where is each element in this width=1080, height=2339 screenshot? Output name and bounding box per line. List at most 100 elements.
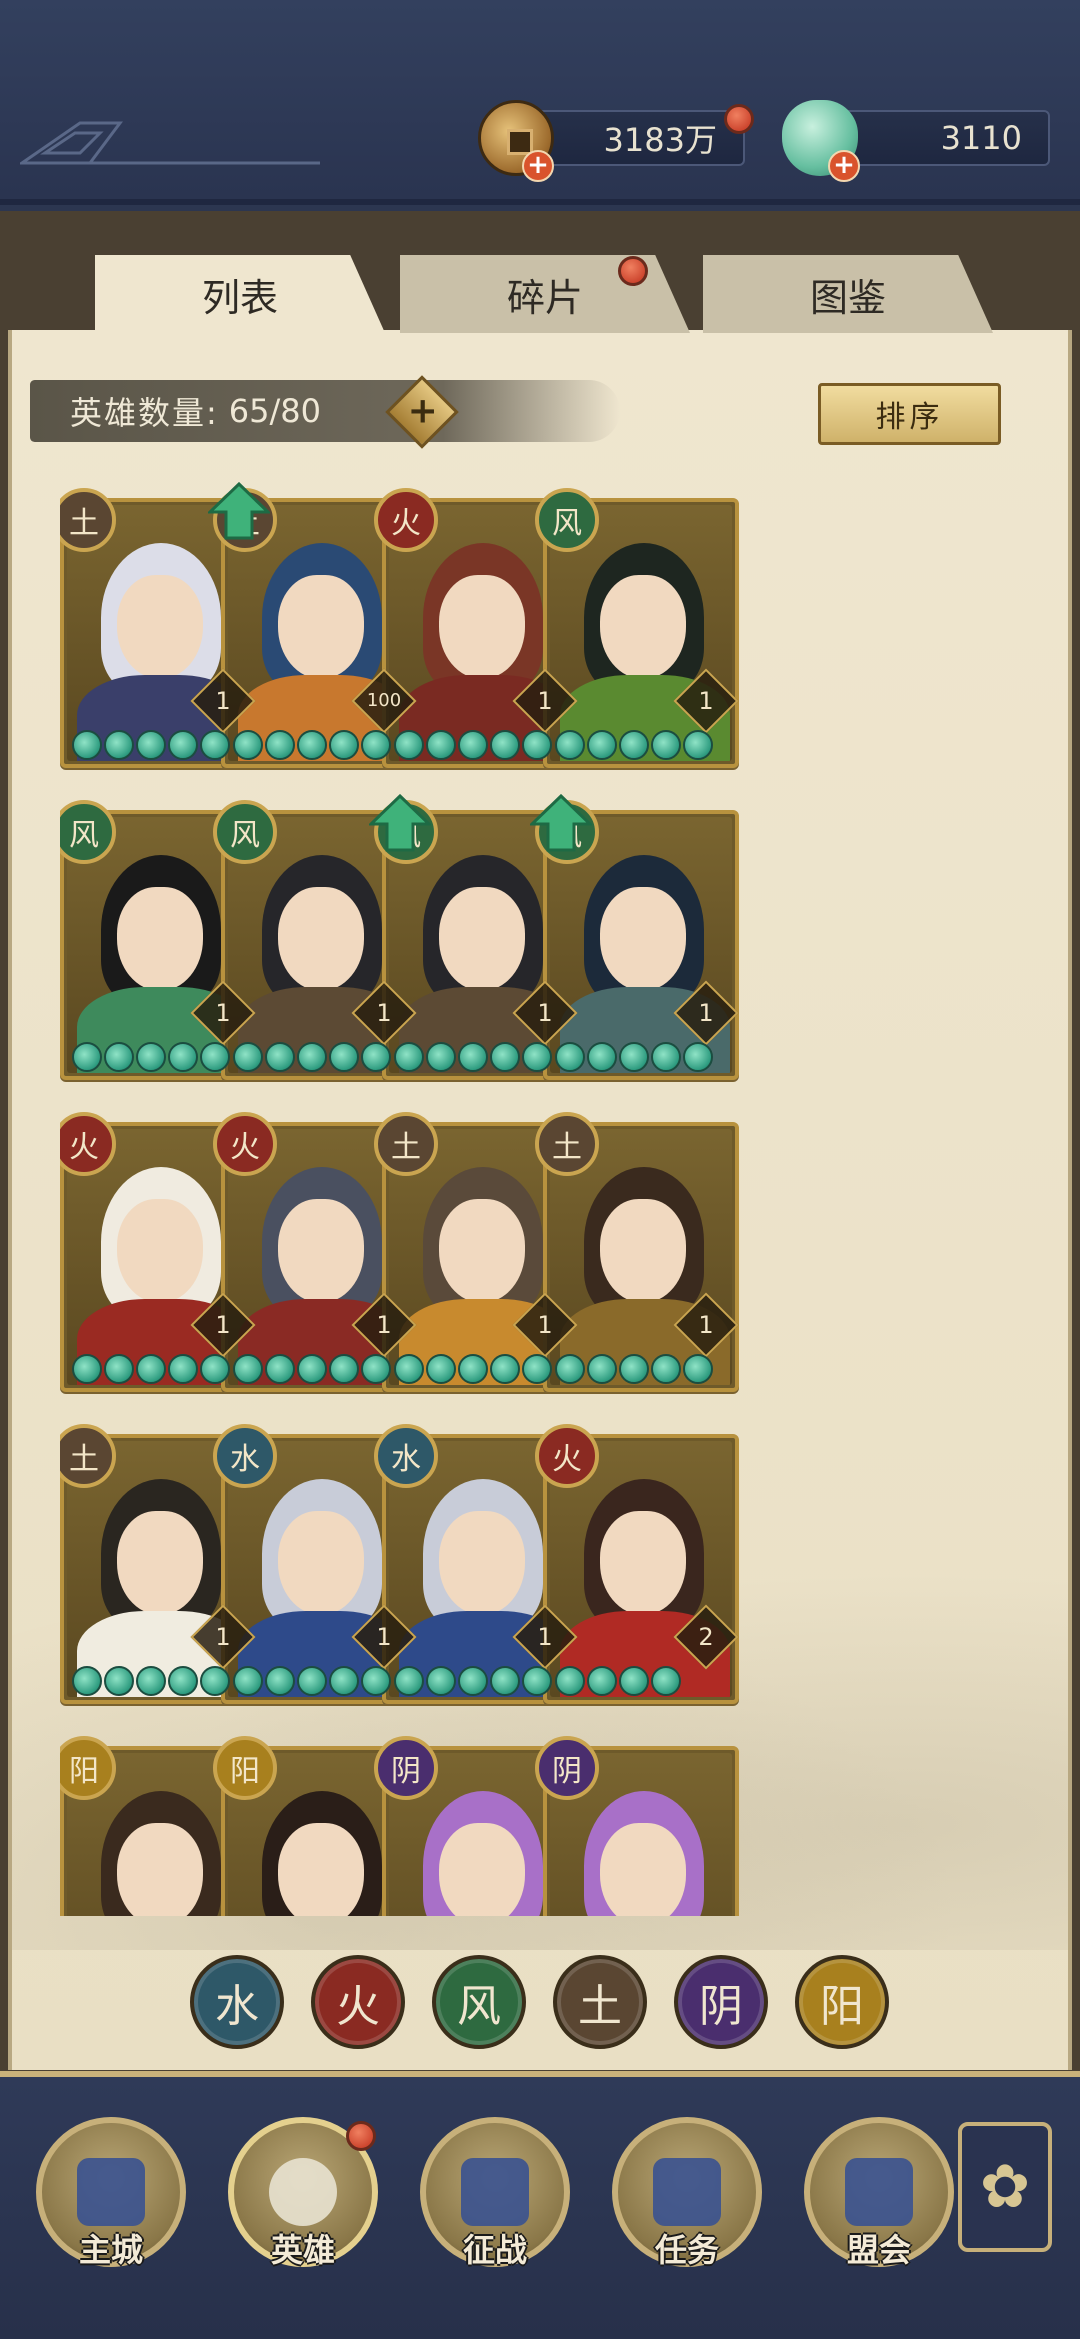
jade-star-icon: [233, 1666, 263, 1696]
jade-star-icon: [651, 730, 681, 760]
star-rating: [72, 730, 230, 760]
hero-face: [439, 1511, 525, 1615]
star-rating: [72, 1354, 230, 1384]
star-rating: [394, 730, 552, 760]
jade-star-icon: [555, 1042, 585, 1072]
hero-card[interactable]: 风1: [535, 488, 739, 768]
hero-face: [278, 1199, 364, 1303]
jade-star-icon: [458, 1666, 488, 1696]
level-value: 1: [698, 687, 714, 715]
jade-star-icon: [265, 1042, 295, 1072]
element-badge: 土: [374, 1112, 438, 1176]
hero-face: [600, 1511, 686, 1615]
jade-star-icon: [683, 730, 713, 760]
nav-label: 任务: [654, 2231, 719, 2269]
sort-button[interactable]: 排序: [818, 383, 1001, 445]
jade-star-icon: [297, 730, 327, 760]
jade-star-icon: [555, 730, 585, 760]
hero-face: [117, 1823, 203, 1916]
jade-star-icon: [522, 730, 552, 760]
add-jade-button[interactable]: +: [828, 150, 860, 182]
add-coin-button[interactable]: +: [522, 150, 554, 182]
tab-list[interactable]: 列表: [95, 255, 385, 333]
notification-dot: [346, 2121, 376, 2151]
jade-star-icon: [200, 730, 230, 760]
jade-star-icon: [72, 730, 102, 760]
cloud-ornament-icon: [20, 121, 320, 165]
guild-icon: [845, 2158, 913, 2226]
hero-face: [439, 1823, 525, 1916]
coin-value: 3183万: [603, 121, 717, 159]
hero-face: [439, 1199, 525, 1303]
jade-star-icon: [458, 730, 488, 760]
jade-star-icon: [104, 1666, 134, 1696]
tab-label: 列表: [201, 275, 278, 320]
star-rating: [233, 1666, 391, 1696]
hero-face: [600, 1823, 686, 1916]
hero-face: [117, 575, 203, 679]
hero-card[interactable]: 土1: [535, 1112, 739, 1392]
jade-star-icon: [265, 1666, 295, 1696]
sort-label: 排序: [875, 400, 944, 435]
jade-star-icon: [104, 1354, 134, 1384]
jade-star-icon: [361, 1354, 391, 1384]
level-value: 1: [537, 687, 553, 715]
jade-star-icon: [233, 1354, 263, 1384]
star-rating: [555, 1354, 713, 1384]
hero-face: [117, 1199, 203, 1303]
hero-card[interactable]: 火2: [535, 1424, 739, 1704]
jade-star-icon: [297, 1042, 327, 1072]
yin-element-icon[interactable]: 阴: [674, 1955, 768, 2049]
jade-star-icon: [619, 1042, 649, 1072]
jade-star-icon: [361, 730, 391, 760]
hero-icon: [269, 2158, 337, 2226]
wind-element-icon[interactable]: 风: [432, 1955, 526, 2049]
jade-star-icon: [619, 1354, 649, 1384]
jade-star-icon: [136, 1042, 166, 1072]
jade-star-icon: [200, 1042, 230, 1072]
water-element-icon[interactable]: 水: [190, 1955, 284, 2049]
hero-count-bar: 英雄数量: 65/80: [30, 380, 620, 442]
jade-star-icon: [72, 1666, 102, 1696]
star-rating: [394, 1042, 552, 1072]
hero-face: [600, 1199, 686, 1303]
jade-star-icon: [490, 1666, 520, 1696]
yang-element-icon[interactable]: 阳: [795, 1955, 889, 2049]
level-value: 1: [376, 1311, 392, 1339]
jade-star-icon: [651, 1042, 681, 1072]
element-badge: 风: [213, 800, 277, 864]
tab-collection[interactable]: 图鉴: [703, 255, 993, 333]
hero-face: [439, 575, 525, 679]
jade-star-icon: [394, 1042, 424, 1072]
hero-card[interactable]: 阴: [535, 1736, 739, 1916]
level-value: 1: [215, 687, 231, 715]
nav-label: 主城: [78, 2231, 143, 2269]
city-icon: [77, 2158, 145, 2226]
earth-element-icon[interactable]: 土: [553, 1955, 647, 2049]
hero-face: [117, 887, 203, 991]
nav-label: 英雄: [270, 2231, 335, 2269]
level-value: 1: [537, 1623, 553, 1651]
jade-star-icon: [200, 1666, 230, 1696]
jade-star-icon: [683, 1354, 713, 1384]
hero-grid: 土1土100火1风1风1风1风1风1火1火1土1土1土1水1水1火2阳阳阴阴: [60, 480, 1020, 1916]
jade-star-icon: [683, 1042, 713, 1072]
jade-star-icon: [490, 1354, 520, 1384]
level-value: 1: [376, 1623, 392, 1651]
element-badge: 火: [535, 1424, 599, 1488]
menu-flower-icon[interactable]: ✿: [958, 2122, 1052, 2252]
jade-star-icon: [72, 1042, 102, 1072]
level-value: 2: [698, 1623, 714, 1651]
jade-star-icon: [104, 730, 134, 760]
jade-star-icon: [136, 730, 166, 760]
tab-label: 碎片: [506, 275, 583, 320]
fire-element-icon[interactable]: 火: [311, 1955, 405, 2049]
upgrade-arrow-icon: [208, 482, 270, 540]
element-badge: 火: [374, 488, 438, 552]
jade-star-icon: [555, 1354, 585, 1384]
jade-star-icon: [233, 1042, 263, 1072]
jade-star-icon: [426, 1354, 456, 1384]
jade-star-icon: [200, 1354, 230, 1384]
jade-star-icon: [72, 1354, 102, 1384]
jade-star-icon: [233, 730, 263, 760]
